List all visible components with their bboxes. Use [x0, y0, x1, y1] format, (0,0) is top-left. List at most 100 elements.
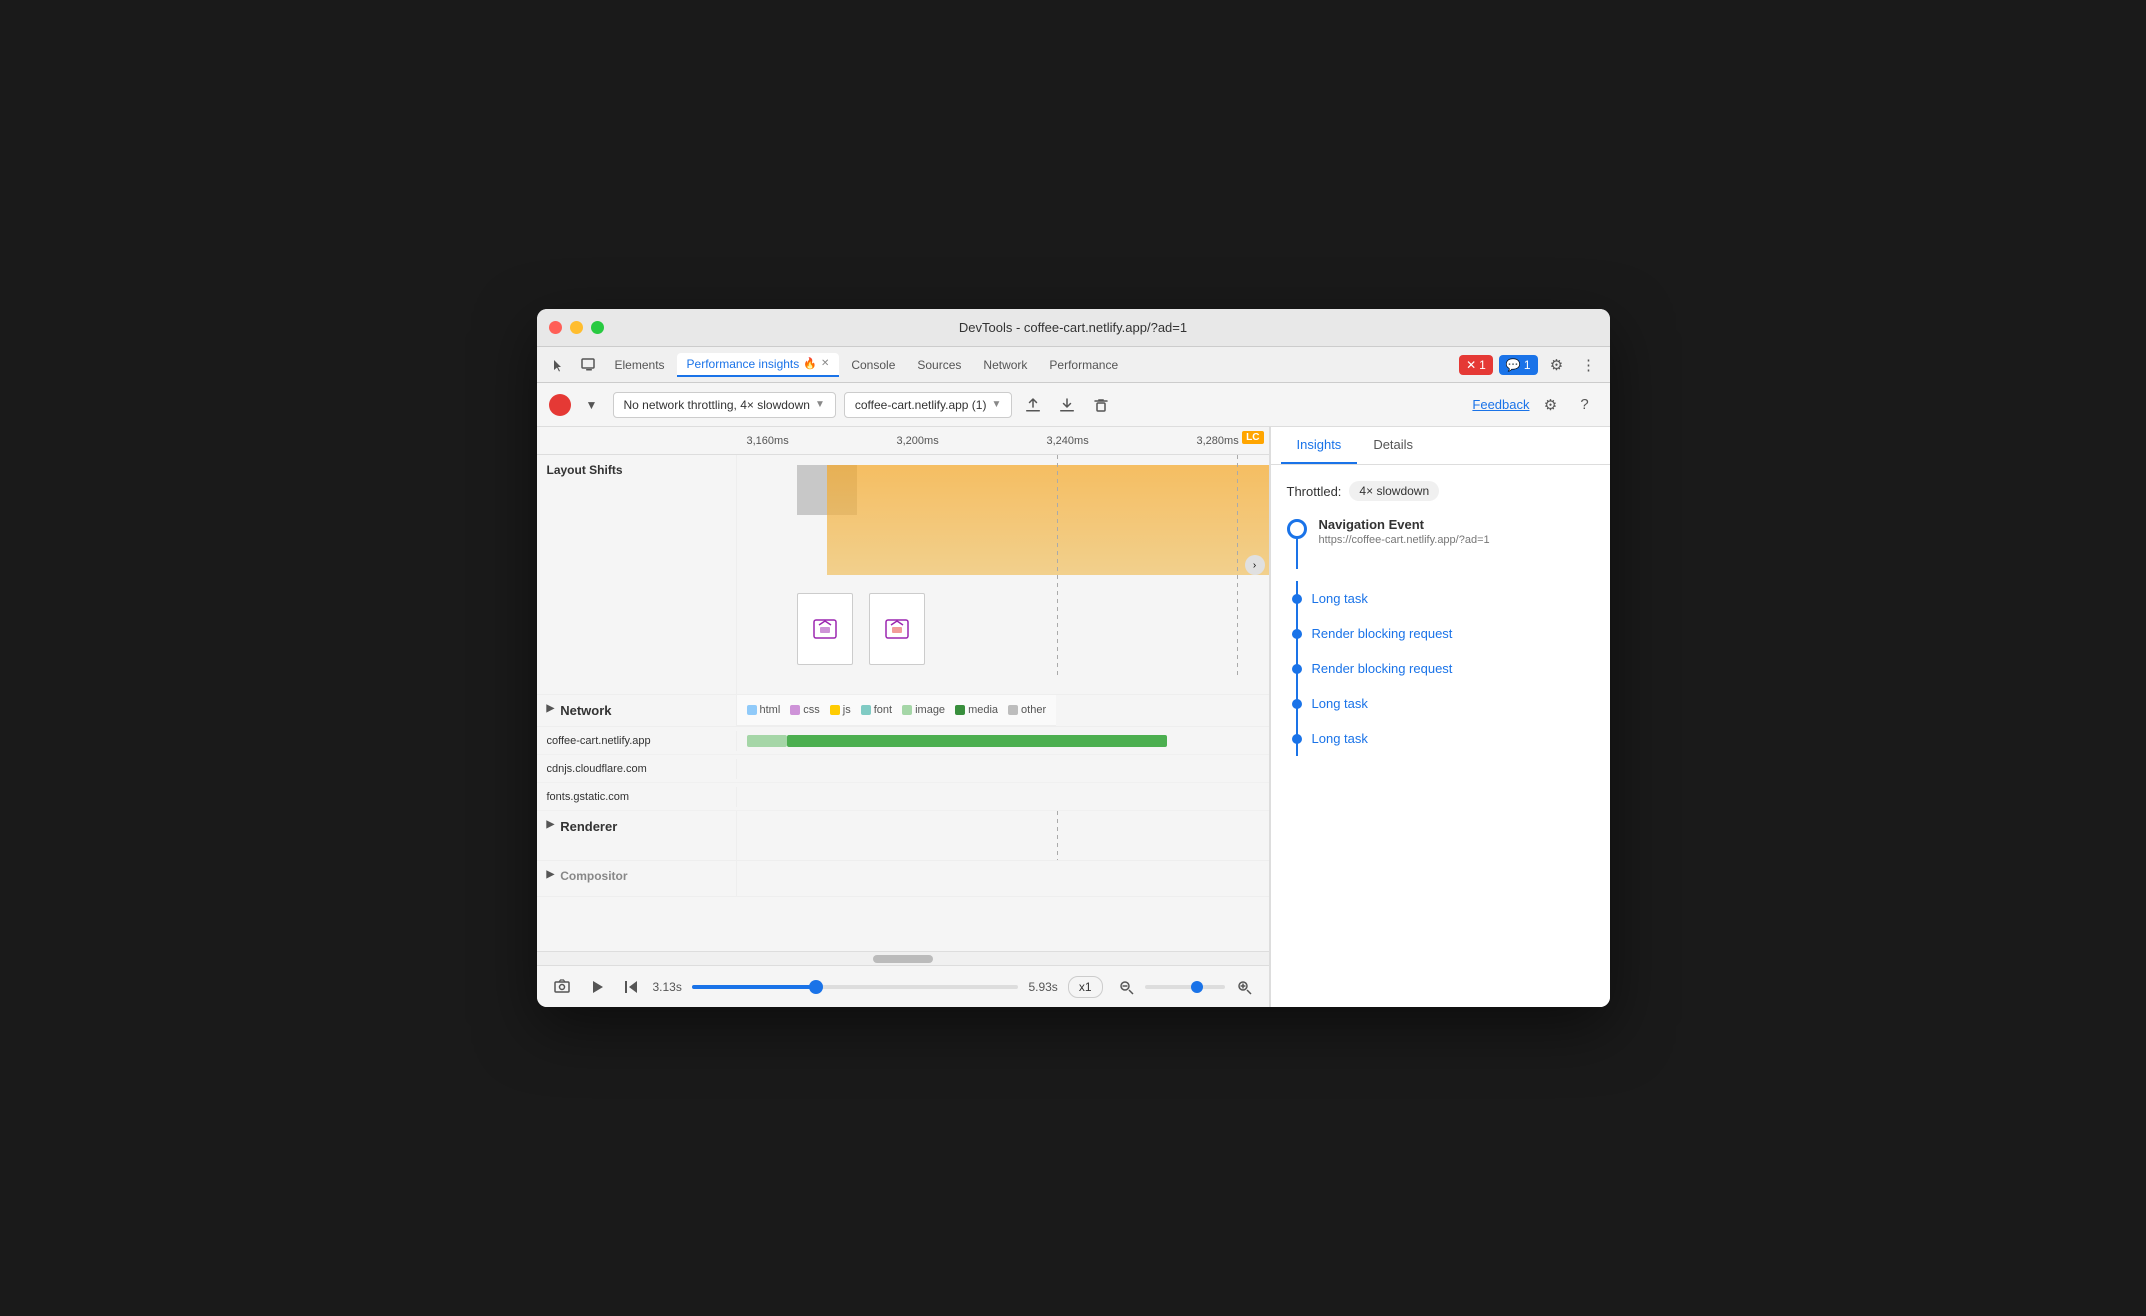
- insight-dot-5: [1292, 734, 1302, 744]
- dropdown-arrow-icon[interactable]: ▼: [579, 392, 605, 418]
- media-legend-dot: [955, 705, 965, 715]
- download-icon[interactable]: [1054, 392, 1080, 418]
- tab-performance[interactable]: Performance: [1039, 354, 1128, 376]
- insight-label-3[interactable]: Render blocking request: [1312, 661, 1453, 676]
- skip-to-start-button[interactable]: [619, 975, 643, 999]
- delete-icon[interactable]: [1088, 392, 1114, 418]
- legend-js: js: [830, 704, 851, 716]
- legend-media: media: [955, 704, 998, 716]
- js-legend-dot: [830, 705, 840, 715]
- playback-slider-container: [692, 985, 1019, 989]
- slider-thumb[interactable]: [809, 980, 823, 994]
- legend-image: image: [902, 704, 945, 716]
- zoom-in-icon[interactable]: [1231, 974, 1257, 1000]
- tab-close-icon[interactable]: ✕: [821, 358, 829, 369]
- image-legend-label: image: [915, 704, 945, 716]
- html-legend-dot: [747, 705, 757, 715]
- chevron-down-icon: ▼: [815, 399, 825, 410]
- track-area: Layout Shifts: [537, 455, 1269, 951]
- message-badge[interactable]: 💬 1: [1499, 355, 1538, 375]
- close-button[interactable]: [549, 321, 562, 334]
- insight-label-1[interactable]: Long task: [1312, 591, 1368, 606]
- horizontal-scrollbar[interactable]: [537, 951, 1269, 965]
- settings-icon[interactable]: ⚙: [1538, 392, 1564, 418]
- insights-panel: Insights Details Throttled: 4× slowdown …: [1270, 427, 1610, 1007]
- insight-label-4[interactable]: Long task: [1312, 696, 1368, 711]
- collapse-button[interactable]: ›: [1245, 555, 1265, 575]
- font-legend-label: font: [874, 704, 892, 716]
- throttling-dropdown[interactable]: No network throttling, 4× slowdown ▼: [613, 392, 836, 418]
- insight-label-2[interactable]: Render blocking request: [1312, 626, 1453, 641]
- network-label[interactable]: Network: [537, 695, 737, 726]
- feedback-link[interactable]: Feedback: [1472, 397, 1529, 412]
- ruler-mark-1: 3,160ms: [747, 435, 897, 447]
- legend-other: other: [1008, 704, 1046, 716]
- js-legend-label: js: [843, 704, 851, 716]
- message-icon: 💬: [1506, 358, 1521, 372]
- navigation-event-text: Navigation Event https://coffee-cart.net…: [1319, 517, 1594, 569]
- more-options-icon[interactable]: ⋮: [1576, 352, 1602, 378]
- font-legend-dot: [861, 705, 871, 715]
- insight-label-5[interactable]: Long task: [1312, 731, 1368, 746]
- main-content: 3,160ms 3,200ms 3,240ms 3,280ms 3,3 LC L…: [537, 427, 1610, 1007]
- renderer-label[interactable]: Renderer: [537, 811, 737, 860]
- tab-console[interactable]: Console: [841, 354, 905, 376]
- playback-bar: 3.13s 5.93s x1: [537, 965, 1269, 1007]
- record-button[interactable]: [549, 394, 571, 416]
- speed-badge[interactable]: x1: [1068, 976, 1103, 998]
- network-bar-area-1: [737, 737, 1269, 745]
- layout-shifts-row: Layout Shifts: [537, 455, 1269, 695]
- url-dropdown[interactable]: coffee-cart.netlify.app (1) ▼: [844, 392, 1013, 418]
- thumbnails-row: [797, 593, 925, 665]
- insight-item-3: Render blocking request: [1312, 651, 1594, 686]
- slider-fill: [692, 985, 816, 989]
- error-x-icon: ✕: [1466, 358, 1476, 372]
- scrollbar-thumb[interactable]: [873, 955, 933, 963]
- ruler-mark-3: 3,240ms: [1047, 435, 1197, 447]
- navigation-event-dot: [1287, 519, 1307, 539]
- tab-sources[interactable]: Sources: [907, 354, 971, 376]
- zoom-out-icon[interactable]: [1113, 974, 1139, 1000]
- css-legend-dot: [790, 705, 800, 715]
- tab-performance-insights[interactable]: Performance insights 🔥 ✕: [677, 353, 840, 377]
- ruler-marks: 3,160ms 3,200ms 3,240ms 3,280ms 3,3: [737, 435, 1270, 447]
- orange-shift-bar: [827, 465, 1269, 575]
- help-icon[interactable]: ?: [1572, 392, 1598, 418]
- tab-elements[interactable]: Elements: [605, 354, 675, 376]
- traffic-lights: [549, 321, 604, 334]
- error-badge[interactable]: ✕ 1: [1459, 355, 1493, 375]
- net-bar-dark-1: [787, 735, 1167, 747]
- tab-insights[interactable]: Insights: [1281, 427, 1358, 464]
- settings-icon[interactable]: ⚙: [1544, 352, 1570, 378]
- zoom-slider[interactable]: [1145, 985, 1225, 989]
- legend-css: css: [790, 704, 820, 716]
- navigation-event: Navigation Event https://coffee-cart.net…: [1287, 517, 1594, 569]
- insights-tabs: Insights Details: [1271, 427, 1610, 465]
- insight-dot-2: [1292, 629, 1302, 639]
- device-icon[interactable]: [575, 351, 603, 379]
- zoom-thumb[interactable]: [1191, 981, 1203, 993]
- tab-details[interactable]: Details: [1357, 427, 1429, 464]
- title-bar: DevTools - coffee-cart.netlify.app/?ad=1: [537, 309, 1610, 347]
- network-bar-area-2: [737, 765, 1269, 773]
- legend-html: html: [747, 704, 781, 716]
- thumbnail-2: [869, 593, 925, 665]
- insight-dot-4: [1292, 699, 1302, 709]
- tab-right-icons: ✕ 1 💬 1 ⚙ ⋮: [1459, 352, 1601, 378]
- image-legend-dot: [902, 705, 912, 715]
- screenshot-icon[interactable]: [549, 974, 575, 1000]
- insight-item-1: Long task: [1312, 581, 1594, 616]
- maximize-button[interactable]: [591, 321, 604, 334]
- devtools-window: DevTools - coffee-cart.netlify.app/?ad=1…: [537, 309, 1610, 1007]
- timeline-ruler: 3,160ms 3,200ms 3,240ms 3,280ms 3,3 LC: [537, 427, 1269, 455]
- chevron-down-icon: ▼: [991, 399, 1001, 410]
- navigation-event-url: https://coffee-cart.netlify.app/?ad=1: [1319, 534, 1594, 546]
- minimize-button[interactable]: [570, 321, 583, 334]
- playback-slider[interactable]: [692, 985, 1019, 989]
- tab-network[interactable]: Network: [973, 354, 1037, 376]
- upload-icon[interactable]: [1020, 392, 1046, 418]
- network-bar-area-3: [737, 793, 1269, 801]
- play-button[interactable]: [585, 975, 609, 999]
- host-label-2: cdnjs.cloudflare.com: [537, 759, 737, 779]
- cursor-icon[interactable]: [545, 351, 573, 379]
